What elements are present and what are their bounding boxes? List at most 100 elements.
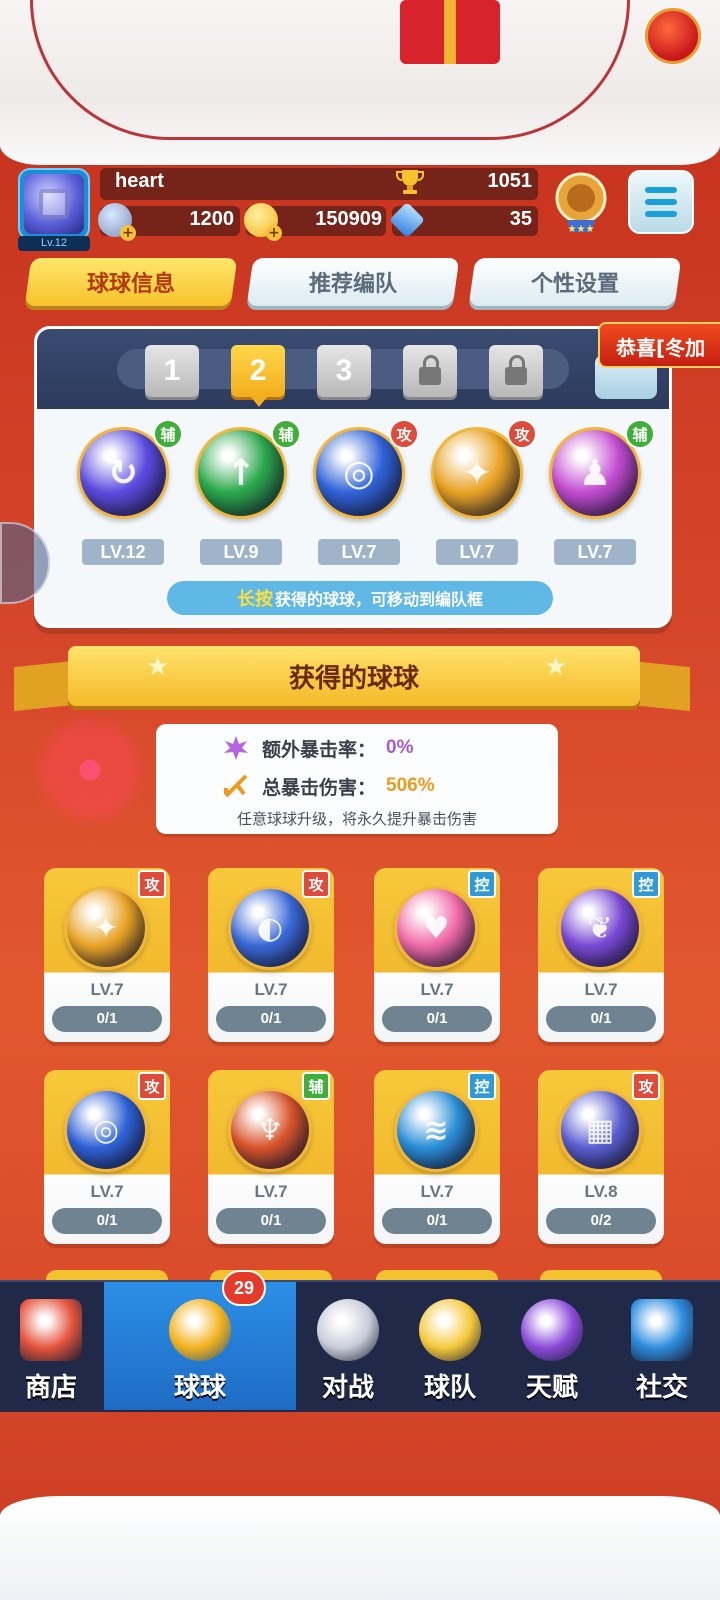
team-ball-2[interactable]: ↑ 辅 LV.9	[195, 419, 301, 567]
ball-upgrade-progress: 0/1	[216, 1208, 326, 1234]
ball-level: LV.8	[584, 1182, 618, 1201]
ball-level: LV.7	[318, 539, 400, 565]
extra-crit-rate-row: 额外暴击率： 0%	[222, 734, 413, 762]
team-slot-3[interactable]: 3	[317, 345, 371, 397]
ball-upgrade-progress: 0/2	[546, 1208, 656, 1234]
ball-card[interactable]: ♆ 辅 LV.7 0/1	[208, 1070, 334, 1244]
crossed-swords-icon	[317, 1299, 379, 1361]
ball-level: LV.7	[436, 539, 518, 565]
ball-upgrade-progress: 0/1	[216, 1006, 326, 1032]
team-ball-4[interactable]: ✦ 攻 LV.7	[431, 419, 537, 567]
gold-coin-icon[interactable]: +	[244, 203, 282, 241]
ball-type-tag: 辅	[271, 419, 301, 449]
ornament-icon	[645, 8, 701, 64]
ball-type-tag: 控	[468, 870, 496, 898]
ball-icon: ▦	[558, 1088, 642, 1172]
rank-badge-icon[interactable]: ★★★	[552, 170, 610, 238]
ball-icon: ❦	[558, 886, 642, 970]
chat-heart-icon	[631, 1299, 693, 1361]
nav-label: 社交	[635, 1373, 688, 1403]
ball-icon: ♆	[228, 1088, 312, 1172]
team-panel: 1 2 3 ↻ 辅 LV.12 ↑ 辅 LV.9 ◎ 攻 LV.7 ✦ 攻 LV.7 ♟ 辅 LV.7 长按…	[34, 326, 672, 628]
star-icon: ★	[544, 652, 568, 682]
menu-button[interactable]	[628, 170, 694, 234]
svg-text:★★★: ★★★	[568, 224, 595, 235]
team-ball-1[interactable]: ↻ 辅 LV.12	[77, 419, 183, 567]
ball-upgrade-progress: 0/1	[382, 1208, 492, 1234]
nav-label: 商店	[24, 1373, 77, 1403]
gift-box-icon	[400, 0, 500, 64]
nav-label: 球球	[173, 1373, 226, 1403]
ball-card[interactable]: ❦ 控 LV.7 0/1	[538, 868, 664, 1042]
ball-level: LV.7	[554, 539, 636, 565]
nav-balls[interactable]: 球球	[104, 1282, 296, 1410]
ball-level: LV.7	[420, 980, 454, 999]
ball-type-tag: 辅	[625, 419, 655, 449]
ball-type-tag: 攻	[138, 870, 166, 898]
nav-whistle[interactable]: 球队	[400, 1282, 500, 1410]
nav-chat-heart[interactable]: 社交	[604, 1282, 720, 1410]
ball-card[interactable]: ▦ 攻 LV.8 0/2	[538, 1070, 664, 1244]
nav-label: 球队	[423, 1373, 476, 1403]
crit-damage-icon	[224, 774, 248, 798]
ball-type-tag: 攻	[302, 870, 330, 898]
star-coin-icon[interactable]: +	[98, 203, 136, 241]
whistle-icon	[419, 1299, 481, 1361]
ball-level: LV.7	[584, 980, 618, 999]
lock-icon	[419, 355, 441, 385]
ball-level: LV.12	[82, 539, 164, 565]
team-slot-4-locked[interactable]	[403, 345, 457, 397]
ball-icon: ♥	[394, 886, 478, 970]
hint-highlight: 长按	[236, 589, 273, 610]
planet-icon	[521, 1299, 583, 1361]
lock-icon	[505, 355, 527, 385]
diamond-value: 35	[509, 208, 532, 230]
tab-recommended-team[interactable]: 推荐编队	[246, 258, 460, 306]
ball-type-tag: 攻	[389, 419, 419, 449]
star-icon: ★	[146, 652, 170, 682]
hint-pill: 长按 获得的球球，可移动到编队框	[167, 581, 553, 615]
ball-type-tag: 控	[468, 1072, 496, 1100]
ball-card[interactable]: ◎ 攻 LV.7 0/1	[44, 1070, 170, 1244]
ball-level: LV.9	[200, 539, 282, 565]
ball-card[interactable]: ≋ 控 LV.7 0/1	[374, 1070, 500, 1244]
nav-shop[interactable]: 商店	[0, 1282, 102, 1410]
crit-info-box: 额外暴击率： 0% 总暴击伤害： 506% 任意球球升级，将永久提升暴击伤害	[156, 724, 558, 834]
ball-level: LV.7	[90, 980, 124, 999]
ball-card[interactable]: ✦ 攻 LV.7 0/1	[44, 868, 170, 1042]
ball-upgrade-progress: 0/1	[382, 1006, 492, 1032]
ball-level: LV.7	[254, 980, 288, 999]
ball-card[interactable]: ◐ 攻 LV.7 0/1	[208, 868, 334, 1042]
bottom-snow-decoration	[0, 1496, 720, 1600]
ball-upgrade-progress: 0/1	[546, 1006, 656, 1032]
team-ball-3[interactable]: ◎ 攻 LV.7	[313, 419, 419, 567]
hint-text: 获得的球球，可移动到编队框	[274, 590, 483, 609]
shop-icon	[20, 1299, 82, 1361]
ball-type-tag: 控	[632, 870, 660, 898]
avatar[interactable]	[18, 168, 90, 240]
nav-crossed-swords[interactable]: 对战	[298, 1282, 398, 1410]
crit-note: 任意球球升级，将永久提升暴击伤害	[236, 810, 477, 828]
ball-icon: ◎	[64, 1088, 148, 1172]
congrats-banner[interactable]: 恭喜[冬加	[598, 322, 720, 368]
ball-icon: ≋	[394, 1088, 478, 1172]
ball-icon: ✦	[64, 886, 148, 970]
ball-icon: ◐	[228, 886, 312, 970]
tab-ball-info[interactable]: 球球信息	[24, 258, 238, 306]
team-slot-1[interactable]: 1	[145, 345, 199, 397]
ball-type-tag: 攻	[632, 1072, 660, 1100]
nav-label: 天赋	[525, 1373, 578, 1403]
star-coin-value: 1200	[189, 208, 235, 230]
team-ball-5[interactable]: ♟ 辅 LV.7	[549, 419, 655, 567]
crit-burst-icon	[224, 736, 248, 760]
firework-decoration	[20, 700, 160, 840]
ball-upgrade-progress: 0/1	[52, 1006, 162, 1032]
team-slot-2[interactable]: 2	[231, 345, 285, 407]
team-slot-5-locked[interactable]	[489, 345, 543, 397]
ball-card[interactable]: ♥ 控 LV.7 0/1	[374, 868, 500, 1042]
ball-upgrade-progress: 0/1	[52, 1208, 162, 1234]
nav-planet[interactable]: 天赋	[502, 1282, 602, 1410]
ball-type-tag: 辅	[302, 1072, 330, 1100]
ball-type-tag: 攻	[138, 1072, 166, 1100]
tab-personal-settings[interactable]: 个性设置	[468, 258, 682, 306]
